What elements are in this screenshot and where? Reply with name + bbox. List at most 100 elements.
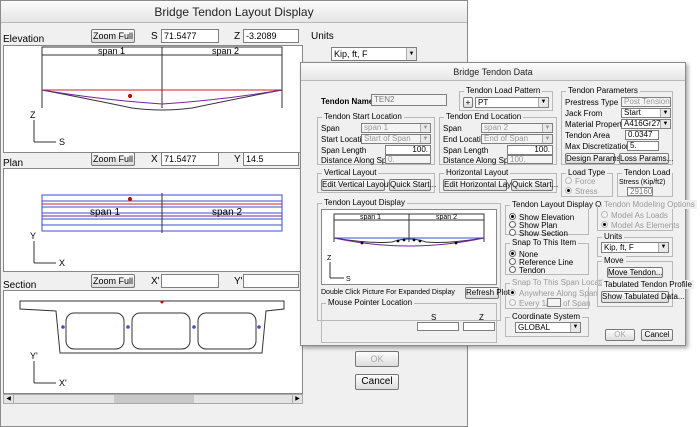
snap-tendon-label: Tendon xyxy=(519,266,546,275)
tendon-load-input[interactable]: 29160. xyxy=(627,187,653,196)
double-click-note: Double Click Picture For Expanded Displa… xyxy=(321,289,455,296)
mouse-z-label: Z xyxy=(479,313,484,322)
elevation-view[interactable]: span 1 span 2 Z S xyxy=(3,45,303,153)
snap-every-label: Every 1/ xyxy=(519,299,549,308)
snap-anywhere-radio[interactable] xyxy=(509,289,516,296)
section-x-label: X' xyxy=(151,276,160,287)
stress-radio[interactable] xyxy=(565,187,572,194)
material-property-label: Material Property xyxy=(565,120,626,129)
tendon-name-label: Tendon Name xyxy=(321,97,374,106)
vertical-quick-start-button[interactable]: Quick Start... xyxy=(389,179,436,191)
start-span-dropdown[interactable]: span 1 ▼ xyxy=(361,123,431,133)
show-plan-radio[interactable] xyxy=(509,221,516,228)
load-pattern-dropdown[interactable]: PT ▼ xyxy=(475,97,549,108)
jack-from-dropdown[interactable]: Start ▼ xyxy=(621,108,671,118)
edit-horizontal-layout-button[interactable]: Edit Horizontal Layout... xyxy=(443,179,529,191)
tendon-load-stress-label: Stress (Kip/ft2) xyxy=(619,179,666,186)
start-span-value: span 1 xyxy=(364,123,389,132)
plan-zoom-full-button[interactable]: Zoom Full xyxy=(91,152,135,166)
plan-y-readout: 14.5 xyxy=(243,152,299,166)
scroll-thumb[interactable] xyxy=(114,395,194,403)
load-type-title: Load Type xyxy=(566,168,608,177)
section-zoom-full-button[interactable]: Zoom Full xyxy=(91,274,135,288)
end-distance-input[interactable]: 100. xyxy=(507,155,553,164)
scroll-left-arrow[interactable]: ◀ xyxy=(4,395,14,403)
snap-none-radio[interactable] xyxy=(509,250,516,257)
refresh-plot-button[interactable]: Refresh Plot xyxy=(465,287,510,299)
chevron-down-icon: ▼ xyxy=(660,109,670,117)
section-view[interactable]: Y' X' xyxy=(3,290,303,394)
start-span-label: Span xyxy=(321,124,340,133)
design-params-button[interactable]: Design Params... xyxy=(565,153,627,164)
horizontal-quick-start-button[interactable]: Quick Start... xyxy=(511,179,558,191)
chevron-down-icon: ▼ xyxy=(542,124,552,132)
chevron-down-icon: ▼ xyxy=(538,98,548,107)
prestress-type-label: Prestress Type xyxy=(565,98,619,107)
units-dropdown[interactable]: Kip, ft, F ▼ xyxy=(331,47,417,61)
snap-every-radio[interactable] xyxy=(509,299,516,306)
section-x-readout xyxy=(161,274,219,288)
elevation-label: Elevation xyxy=(3,34,45,45)
tendon-layout-preview[interactable]: span 1 span 2 Z S xyxy=(321,209,497,285)
preview-axis-z: Z xyxy=(327,255,332,262)
material-property-dropdown[interactable]: A416Gr270 ▼ xyxy=(621,119,671,129)
coordinate-system-title: Coordinate System xyxy=(510,312,583,321)
model-as-elements-radio[interactable] xyxy=(601,221,608,228)
mouse-z-readout xyxy=(463,322,495,331)
tendon-name-input[interactable]: TEN2 xyxy=(371,94,447,106)
start-span-length-input: 100. xyxy=(385,145,431,155)
loss-params-button[interactable]: Loss Params... xyxy=(619,153,673,164)
start-distance-input[interactable]: 0. xyxy=(385,155,431,164)
preview-span2-label: span 2 xyxy=(436,214,457,221)
horizontal-layout-title: Horizontal Layout xyxy=(444,168,511,177)
snap-every-input[interactable] xyxy=(547,298,561,307)
stress-label: Stress xyxy=(575,187,598,196)
plan-span1-label: span 1 xyxy=(90,207,120,218)
load-pattern-add-button[interactable]: + xyxy=(463,97,473,108)
coordinate-system-dropdown[interactable]: GLOBAL ▼ xyxy=(515,322,581,333)
force-radio[interactable] xyxy=(565,177,572,184)
elevation-s-readout: 71.5477 xyxy=(161,29,219,43)
main-ok-button[interactable]: OK xyxy=(355,351,399,367)
tendon-layout-preview-drawing: span 1 span 2 Z S xyxy=(327,213,485,283)
scroll-right-arrow[interactable]: ▶ xyxy=(292,395,302,403)
tabulated-profile-title: Tabulated Tendon Profile xyxy=(602,280,694,289)
end-location-dropdown[interactable]: End of Span ▼ xyxy=(481,134,553,144)
plan-axis-x: X xyxy=(59,258,65,268)
mouse-pointer-title: Mouse Pointer Location xyxy=(326,298,415,307)
force-label: Force xyxy=(575,177,596,186)
show-elevation-radio[interactable] xyxy=(509,213,516,220)
show-tabulated-data-button[interactable]: Show Tabulated Data... xyxy=(601,291,685,303)
section-drawing: Y' X' xyxy=(19,300,285,388)
section-y-label: Y' xyxy=(234,276,243,287)
plan-view[interactable]: span 1 span 2 Y X xyxy=(3,168,303,272)
snap-item-title: Snap To This Item xyxy=(510,238,579,247)
dialog-units-dropdown[interactable]: Kip, ft, F ▼ xyxy=(601,242,669,253)
dialog-cancel-button[interactable]: Cancel xyxy=(641,329,673,341)
horizontal-scrollbar[interactable]: ◀ ▶ xyxy=(3,394,303,404)
end-span-dropdown[interactable]: span 2 ▼ xyxy=(481,123,553,133)
model-as-loads-radio[interactable] xyxy=(601,211,608,218)
edit-vertical-layout-button[interactable]: Edit Vertical Layout... xyxy=(321,179,397,191)
show-section-radio[interactable] xyxy=(509,229,516,236)
tendon-area-input[interactable]: 0.0347 xyxy=(625,130,659,140)
main-cancel-button[interactable]: Cancel xyxy=(355,374,399,390)
load-pattern-value: PT xyxy=(478,98,489,107)
preview-span1-label: span 1 xyxy=(360,214,381,221)
material-property-value: A416Gr270 xyxy=(624,119,665,128)
chevron-down-icon: ▼ xyxy=(420,124,430,132)
coordinate-system-value: GLOBAL xyxy=(518,323,551,332)
plan-x-readout: 71.5477 xyxy=(161,152,219,166)
plan-drawing: span 1 span 2 Y X xyxy=(30,193,283,268)
start-location-dropdown[interactable]: Start of Span ▼ xyxy=(361,134,431,144)
dialog-ok-button[interactable]: OK xyxy=(605,329,635,341)
prestress-type-dropdown[interactable]: Post Tension xyxy=(621,97,671,107)
snap-reference-line-radio[interactable] xyxy=(509,258,516,265)
move-tendon-button[interactable]: Move Tendon... xyxy=(607,267,663,278)
max-discretization-input[interactable]: 5. xyxy=(627,141,659,151)
snap-tendon-radio[interactable] xyxy=(509,266,516,273)
elevation-z-label: Z xyxy=(234,31,241,42)
elevation-axis-z: Z xyxy=(30,110,36,120)
elevation-zoom-full-button[interactable]: Zoom Full xyxy=(91,29,135,43)
chevron-down-icon: ▼ xyxy=(406,48,416,60)
